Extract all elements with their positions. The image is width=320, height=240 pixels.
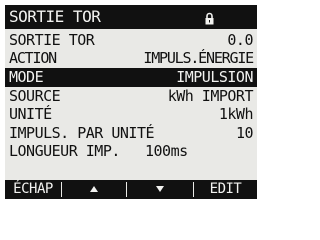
softkey-bar: ÉCHAP EDIT xyxy=(5,180,257,199)
down-arrow-icon xyxy=(156,186,164,192)
row-value: 1kWh xyxy=(218,105,254,123)
page-title: SORTIE TOR xyxy=(9,7,101,26)
row-label: UNITÉ xyxy=(9,105,52,123)
down-button[interactable] xyxy=(127,180,193,199)
row-action[interactable]: ACTION IMPULS.ÉNERGIE xyxy=(5,49,257,68)
row-label: SOURCE xyxy=(9,87,61,105)
row-mode-selected[interactable]: MODE IMPULSION xyxy=(5,68,257,87)
row-sortie-tor[interactable]: SORTIE TOR 0.0 xyxy=(5,31,257,50)
row-unite[interactable]: UNITÉ 1kWh xyxy=(5,105,257,124)
row-label: LONGUEUR IMP. xyxy=(9,142,120,160)
up-arrow-icon xyxy=(90,186,98,192)
row-value: 0.0 xyxy=(227,31,253,49)
row-label: SORTIE TOR xyxy=(9,31,95,49)
up-button[interactable] xyxy=(62,180,126,199)
escape-button[interactable]: ÉCHAP xyxy=(5,180,61,199)
title-bar: SORTIE TOR xyxy=(5,5,257,29)
row-longueur-imp[interactable]: LONGUEUR IMP. 100ms xyxy=(5,142,257,161)
row-impuls-par-unite[interactable]: IMPULS. PAR UNITÉ 10 xyxy=(5,124,257,143)
row-value: 10 xyxy=(235,124,254,142)
edit-button[interactable]: EDIT xyxy=(194,180,257,199)
lock-icon xyxy=(205,10,214,25)
lcd-screen: SORTIE TOR SORTIE TOR 0.0 ACTION IMPULS.… xyxy=(5,5,257,199)
row-value: 100ms xyxy=(145,142,188,160)
row-label: ACTION xyxy=(9,49,57,67)
row-value: IMPULSION xyxy=(176,68,253,86)
row-value: IMPULS.ÉNERGIE xyxy=(143,49,254,67)
row-value: kWh IMPORT xyxy=(167,87,254,105)
row-source[interactable]: SOURCE kWh IMPORT xyxy=(5,87,257,106)
row-label: MODE xyxy=(9,68,44,86)
row-label: IMPULS. PAR UNITÉ xyxy=(9,124,155,142)
